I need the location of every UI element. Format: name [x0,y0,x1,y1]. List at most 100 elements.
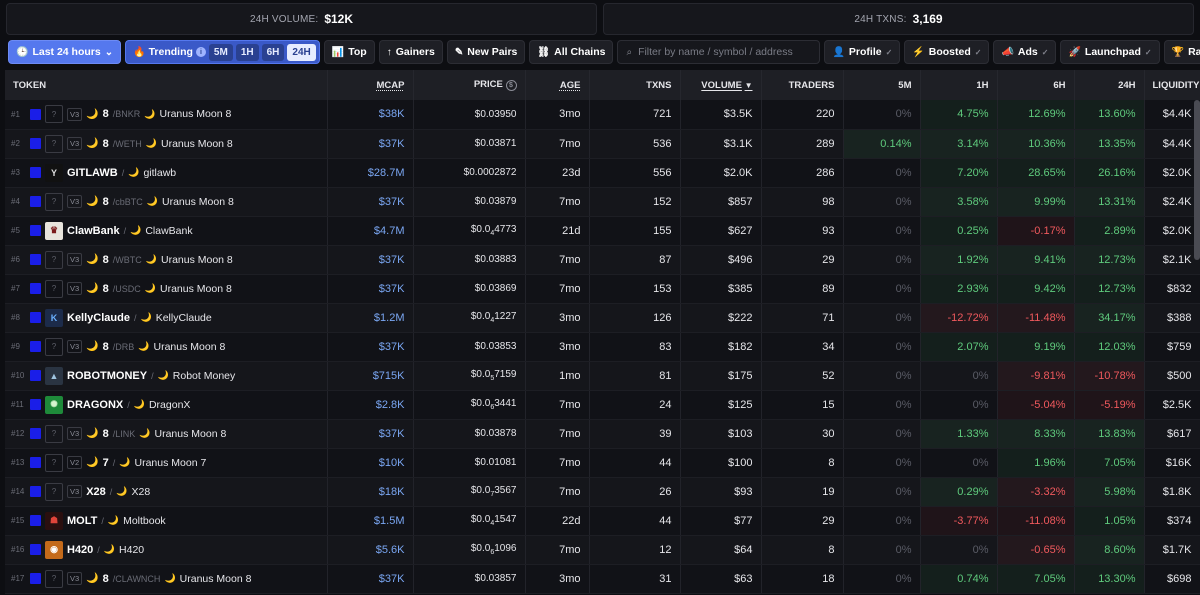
txns-value: 12 [589,535,681,565]
table-row[interactable]: #17? V3 🌙 8/CLAWNCH 🌙 Uranus Moon 8 $37K $0.038… [5,564,1200,594]
chain-icon [30,370,41,381]
token-symbol: 8 [102,427,109,440]
table-row[interactable]: #6? V3 🌙 8/WBTC 🌙 Uranus Moon 8 $37K $0.03883 7m… [5,245,1200,275]
rank-by-dropdown[interactable]: 🏆 Rank by: [1163,40,1200,64]
txns-value: 31 [589,564,681,594]
age-value: 7mo [525,245,590,275]
token-cell[interactable]: #11 ✺ DRAGONX / 🌙 DragonX [5,390,328,420]
quote-token: /LINK [112,428,136,439]
table-header: TOKEN MCAP PRICE $ AGE TXNS VOLUME ▼ TRA… [5,70,1200,100]
table-row[interactable]: #2? V3 🌙 8/WETH 🌙 Uranus Moon 8 $37K $0.03871 7m… [5,129,1200,159]
trending-button[interactable]: 🔥 Trending i 5M 1H 6H 24H [125,40,320,64]
table-row[interactable]: #12? V3 🌙 8/LINK 🌙 Uranus Moon 8 $37K $0.03878 7… [5,419,1200,449]
age-value: 7mo [525,535,590,565]
launchpad-filter[interactable]: 🚀 Launchpad ✓ [1060,40,1160,64]
profile-filter[interactable]: 👤 Profile ✓ [824,40,901,64]
price-value: $0.03878 [413,419,526,449]
mcap-value: $37K [327,564,414,594]
boosted-filter[interactable]: ⚡ Boosted ✓ [904,40,990,64]
scrollbar-thumb[interactable] [1194,100,1200,260]
col-mcap[interactable]: MCAP [327,70,414,100]
change-24h: 13.31% [1074,187,1145,217]
change-5m: 0% [843,361,921,391]
mcap-value: $2.8K [327,390,414,420]
table-row[interactable]: #3 Y GITLAWB / 🌙 gitlawb $28.7M $0.0002872 23d 55… [5,158,1200,188]
tab-6h[interactable]: 6H [261,43,285,61]
table-row[interactable]: #15 ☗ MOLT / 🌙 Moltbook $1.5M $0.041547 22d 44 $77… [5,506,1200,536]
tab-1h[interactable]: 1H [235,43,259,61]
table-row[interactable]: #13? V2 🌙 7/🌙 Uranus Moon 7 $10K $0.01081 7mo 44… [5,448,1200,478]
change-6h: 12.69% [997,100,1075,130]
check-icon: ✓ [885,47,893,57]
rank-number: #9 [11,342,20,351]
col-price[interactable]: PRICE $ [413,70,526,100]
token-symbol: GITLAWB [67,166,118,179]
top-button[interactable]: 📊 Top [323,40,375,64]
chain-icon [30,544,41,555]
trending-label: Trending [148,46,193,58]
col-5m[interactable]: 5M [843,70,921,100]
col-6h[interactable]: 6H [997,70,1075,100]
table-row[interactable]: #14? V3 X28/🌙 X28 $18K $0.073567 7mo 26 $93 19 0% 0… [5,477,1200,507]
txns-value: 39 [589,419,681,449]
search-input[interactable] [638,46,809,58]
token-cell[interactable]: #14? V3 X28/🌙 X28 [5,477,328,507]
change-24h: 12.03% [1074,332,1145,362]
table-row[interactable]: #1? V3 🌙 8/BNKR 🌙 Uranus Moon 8 $38K $0.03950 3m… [5,100,1200,130]
table-row[interactable]: #5 ♛ ClawBank / 🌙 ClawBank $4.7M $0.044773 21d 15… [5,216,1200,246]
gainers-label: Gainers [395,46,435,58]
gitlawb-logo-icon: Y [45,163,63,182]
col-volume[interactable]: VOLUME ▼ [680,70,762,100]
table-row[interactable]: #7? V3 🌙 8/USDC 🌙 Uranus Moon 8 $37K $0.03869 7m… [5,274,1200,304]
search-box[interactable]: ⌕ [617,40,821,64]
table-row[interactable]: #4? V3 🌙 8/cbBTC 🌙 Uranus Moon 8 $37K $0.03879 7… [5,187,1200,217]
col-liquidity[interactable]: LIQUIDITY [1144,70,1200,100]
all-chains-button[interactable]: ⛓ All Chains [529,40,614,64]
token-cell[interactable]: #15 ☗ MOLT / 🌙 Moltbook [5,506,328,536]
token-cell[interactable]: #5 ♛ ClawBank / 🌙 ClawBank [5,216,328,246]
age-value: 22d [525,506,590,536]
volume-stat: 24H VOLUME: $12K [6,3,597,35]
col-1h[interactable]: 1H [920,70,998,100]
token-cell[interactable]: #16 ◉ H420/🌙 H420 [5,535,328,565]
col-txns[interactable]: TXNS [589,70,681,100]
timeframe-label: Last 24 hours [32,46,101,58]
chain-icon [30,196,41,207]
token-cell[interactable]: #2? V3 🌙 8/WETH 🌙 Uranus Moon 8 [5,129,328,159]
table-row[interactable]: #10 ▲ ROBOTMONEY / 🌙 Robot Money $715K $0.05715… [5,361,1200,391]
token-cell[interactable]: #9? V3 🌙 8/DRB 🌙 Uranus Moon 8 [5,332,328,362]
col-age[interactable]: AGE [525,70,590,100]
token-cell[interactable]: #12? V3 🌙 8/LINK 🌙 Uranus Moon 8 [5,419,328,449]
token-cell[interactable]: #6? V3 🌙 8/WBTC 🌙 Uranus Moon 8 [5,245,328,275]
change-6h: 9.42% [997,274,1075,304]
col-token: TOKEN [5,70,328,100]
change-1h: 4.75% [920,100,998,130]
table-row[interactable]: #8 K KellyClaude / 🌙 KellyClaude $1.2M $0.04122… [5,303,1200,333]
txns-value: 536 [589,129,681,159]
token-cell[interactable]: #10 ▲ ROBOTMONEY / 🌙 Robot Money [5,361,328,391]
ads-filter[interactable]: 📣 Ads ✓ [993,40,1057,64]
token-cell[interactable]: #1? V3 🌙 8/BNKR 🌙 Uranus Moon 8 [5,100,328,130]
col-24h[interactable]: 24H [1074,70,1145,100]
token-cell[interactable]: #8 K KellyClaude / 🌙 KellyClaude [5,303,328,333]
mcap-value: $37K [327,274,414,304]
token-cell[interactable]: #3 Y GITLAWB / 🌙 gitlawb [5,158,328,188]
chain-icon [30,399,41,410]
new-pairs-button[interactable]: ✎ New Pairs [446,40,526,64]
token-symbol: DRAGONX [67,398,124,411]
gainers-button[interactable]: ↑ Gainers [378,40,443,64]
tab-24h[interactable]: 24H [287,43,316,61]
token-cell[interactable]: #13? V2 🌙 7/🌙 Uranus Moon 7 [5,448,328,478]
token-cell[interactable]: #4? V3 🌙 8/cbBTC 🌙 Uranus Moon 8 [5,187,328,217]
table-row[interactable]: #16 ◉ H420/🌙 H420 $5.6K $0.061096 7mo 12 $64 8 0% 0… [5,535,1200,565]
change-24h: 34.17% [1074,303,1145,333]
timeframe-dropdown[interactable]: 🕒 Last 24 hours ⌄ [8,40,122,64]
tab-5m[interactable]: 5M [208,43,233,61]
token-name: KellyClaude [155,311,212,324]
col-traders[interactable]: TRADERS [761,70,844,100]
token-cell[interactable]: #17? V3 🌙 8/CLAWNCH 🌙 Uranus Moon 8 [5,564,328,594]
info-icon[interactable]: i [195,47,206,57]
table-row[interactable]: #11 ✺ DRAGONX / 🌙 DragonX $2.8K $0.063441 7mo 24 $… [5,390,1200,420]
table-row[interactable]: #9? V3 🌙 8/DRB 🌙 Uranus Moon 8 $37K $0.03853 3mo… [5,332,1200,362]
token-cell[interactable]: #7? V3 🌙 8/USDC 🌙 Uranus Moon 8 [5,274,328,304]
